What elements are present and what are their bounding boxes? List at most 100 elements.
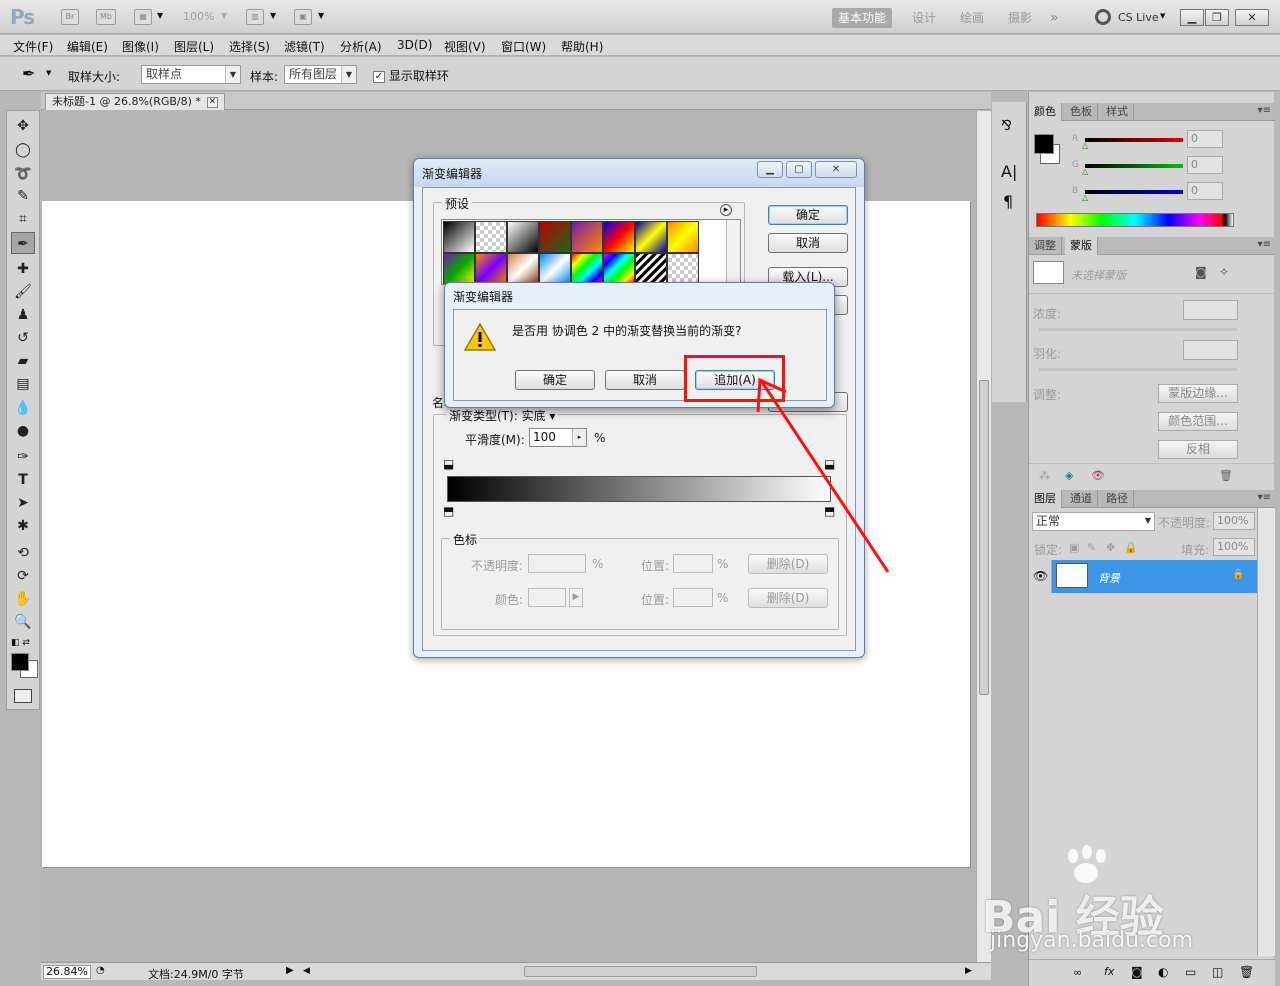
delete-color-stop-button[interactable]: 删除(D) bbox=[748, 588, 828, 608]
chevron-down-icon[interactable]: ▼ bbox=[157, 11, 163, 20]
healing-brush-tool-icon[interactable]: ✚ bbox=[11, 258, 35, 280]
presets-menu-icon[interactable]: ▸ bbox=[720, 204, 732, 216]
default-colors-icon[interactable]: ◧ ⇄ bbox=[11, 638, 30, 648]
marquee-tool-icon[interactable]: ◯ bbox=[11, 139, 35, 161]
play-icon[interactable]: ▶ bbox=[286, 965, 294, 976]
chevron-down-icon[interactable]: ▼ bbox=[221, 11, 227, 20]
menu-select[interactable]: 选择(S) bbox=[229, 38, 270, 55]
preset-swatch[interactable] bbox=[571, 221, 603, 253]
horizontal-scroll-thumb[interactable] bbox=[524, 966, 757, 977]
blur-tool-icon[interactable]: 💧 bbox=[11, 397, 35, 419]
eyedropper-tool-icon[interactable]: ✒ bbox=[11, 232, 35, 254]
stop-opacity-field[interactable] bbox=[528, 554, 586, 573]
gradient-tool-icon[interactable]: ▤ bbox=[11, 373, 35, 395]
chevron-down-icon[interactable]: ▼ bbox=[270, 11, 276, 20]
menu-edit[interactable]: 编辑(E) bbox=[67, 38, 108, 55]
quick-select-tool-icon[interactable]: ✎ bbox=[11, 185, 35, 207]
green-value-field[interactable]: 0 bbox=[1187, 156, 1223, 174]
cs-live-button[interactable]: CS Live bbox=[1118, 11, 1159, 24]
menu-analysis[interactable]: 分析(A) bbox=[340, 38, 382, 55]
menu-image[interactable]: 图像(I) bbox=[122, 38, 159, 55]
scroll-right-icon[interactable]: ▶ bbox=[965, 966, 972, 976]
preset-swatch[interactable] bbox=[443, 253, 475, 284]
preset-swatch[interactable] bbox=[539, 221, 571, 253]
preset-swatch[interactable] bbox=[667, 253, 699, 284]
preset-swatch[interactable] bbox=[635, 221, 667, 253]
paragraph-panel-icon[interactable]: ¶ bbox=[1003, 192, 1013, 211]
confirm-ok-button[interactable]: 确定 bbox=[515, 370, 595, 390]
preset-swatch[interactable] bbox=[475, 221, 507, 253]
menu-file[interactable]: 文件(F) bbox=[13, 38, 53, 55]
brush-tool-icon[interactable]: 🖌 bbox=[11, 281, 35, 303]
hand-tool-icon[interactable]: ✋ bbox=[11, 588, 35, 610]
lock-image-icon[interactable]: ✎ bbox=[1087, 541, 1096, 554]
density-field[interactable] bbox=[1183, 300, 1238, 320]
panel-menu-icon[interactable]: ▾≡ bbox=[1258, 105, 1271, 116]
history-brush-tool-icon[interactable]: ↺ bbox=[11, 327, 35, 349]
move-tool-icon[interactable]: ✥ bbox=[11, 115, 35, 137]
density-slider[interactable] bbox=[1039, 328, 1237, 331]
chevron-down-icon[interactable]: ▼ bbox=[46, 69, 51, 77]
lock-position-icon[interactable]: ✥ bbox=[1106, 541, 1115, 554]
workspace-painting[interactable]: 绘画 bbox=[954, 8, 990, 28]
gradient-cancel-button[interactable]: 取消 bbox=[768, 233, 848, 253]
color-spectrum-bar[interactable] bbox=[1036, 213, 1234, 227]
new-layer-icon[interactable]: ◫ bbox=[1212, 965, 1223, 979]
tab-paths[interactable]: 路径 bbox=[1101, 490, 1134, 508]
preset-swatch[interactable] bbox=[507, 221, 539, 253]
quick-mask-icon[interactable] bbox=[14, 689, 32, 703]
tab-adjustments[interactable]: 调整 bbox=[1029, 237, 1062, 255]
eye-icon[interactable]: 👁 bbox=[1033, 569, 1048, 583]
color-stop-left-icon[interactable]: ⬒ bbox=[443, 504, 454, 518]
panel-menu-icon[interactable]: ▾≡ bbox=[1258, 492, 1271, 503]
shape-tool-icon[interactable]: ✱ bbox=[11, 515, 35, 537]
tab-masks[interactable]: 蒙版 bbox=[1065, 237, 1098, 255]
color-range-button[interactable]: 颜色范围... bbox=[1158, 412, 1238, 431]
lock-transparent-icon[interactable]: ▣ bbox=[1069, 541, 1079, 554]
preset-swatch[interactable] bbox=[475, 253, 507, 284]
link-layers-icon[interactable]: ∞ bbox=[1073, 966, 1082, 979]
dodge-tool-icon[interactable]: ● bbox=[11, 420, 35, 442]
minimize-icon[interactable]: ▁ bbox=[757, 161, 783, 178]
chevron-right-icon[interactable]: ▶ bbox=[569, 588, 583, 607]
red-slider[interactable] bbox=[1085, 138, 1183, 142]
menu-view[interactable]: 视图(V) bbox=[444, 38, 486, 55]
menu-3d[interactable]: 3D(D) bbox=[397, 38, 432, 52]
layers-scrollbar[interactable] bbox=[1257, 508, 1275, 956]
crop-tool-icon[interactable]: ⌗ bbox=[11, 208, 35, 230]
stop-color-location-field[interactable] bbox=[673, 588, 713, 607]
toggle-mask-visibility-icon[interactable]: 👁 bbox=[1091, 469, 1105, 482]
new-group-icon[interactable]: ▭ bbox=[1185, 965, 1196, 979]
invert-button[interactable]: 反相 bbox=[1158, 440, 1238, 459]
mask-edge-button[interactable]: 蒙版边缘... bbox=[1158, 384, 1238, 403]
tab-swatches[interactable]: 色板 bbox=[1065, 103, 1098, 121]
gradient-ok-button[interactable]: 确定 bbox=[768, 205, 848, 225]
chevron-down-icon[interactable]: ▼ bbox=[1160, 12, 1165, 20]
menu-help[interactable]: 帮助(H) bbox=[561, 38, 603, 55]
preset-swatch[interactable] bbox=[603, 253, 635, 284]
tab-styles[interactable]: 样式 bbox=[1101, 103, 1134, 121]
status-icon[interactable]: ◔ bbox=[96, 965, 105, 976]
preset-swatch[interactable] bbox=[507, 253, 539, 284]
load-selection-icon[interactable]: ⁂ bbox=[1039, 469, 1050, 482]
sample-select[interactable]: 所有图层 ▼ bbox=[284, 65, 357, 84]
history-panel-icon[interactable]: ⅋ bbox=[1001, 118, 1012, 134]
adjustment-layer-icon[interactable]: ◐ bbox=[1158, 965, 1168, 979]
bridge-button[interactable]: Br bbox=[61, 9, 79, 25]
eraser-tool-icon[interactable]: ▰ bbox=[11, 350, 35, 372]
view-extras-icon[interactable]: ▦ bbox=[134, 9, 152, 25]
preset-swatch[interactable] bbox=[539, 253, 571, 284]
tab-channels[interactable]: 通道 bbox=[1065, 490, 1098, 508]
add-vector-mask-icon[interactable]: ✧ bbox=[1219, 265, 1229, 279]
sample-size-select[interactable]: 取样点 ▼ bbox=[141, 65, 241, 84]
add-mask-icon[interactable]: ◙ bbox=[1131, 965, 1143, 979]
more-workspaces-icon[interactable]: » bbox=[1044, 8, 1065, 28]
blue-slider[interactable] bbox=[1085, 190, 1183, 194]
document-tab[interactable]: 未标题-1 @ 26.8%(RGB/8) * ✕ bbox=[45, 93, 225, 110]
tab-layers[interactable]: 图层 bbox=[1029, 490, 1062, 508]
blue-value-field[interactable]: 0 bbox=[1187, 182, 1223, 200]
3d-orbit-tool-icon[interactable]: ⟳ bbox=[11, 565, 35, 587]
zoom-level-select[interactable]: 100% bbox=[183, 10, 214, 23]
mini-bridge-button[interactable]: Mb bbox=[96, 9, 116, 25]
add-pixel-mask-icon[interactable]: ◙ bbox=[1195, 265, 1207, 279]
